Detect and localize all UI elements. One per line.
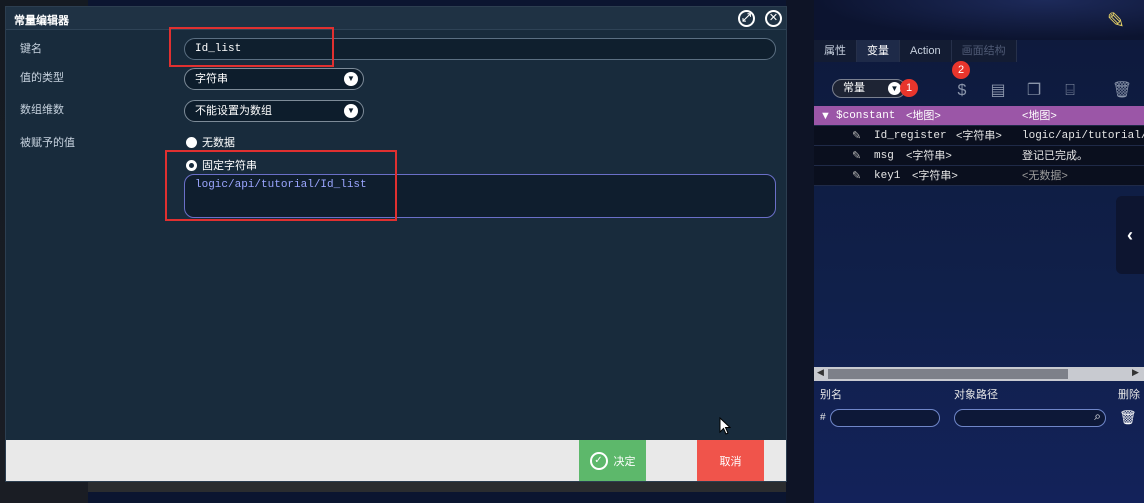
close-icon[interactable]: ✕	[765, 10, 782, 27]
ok-button[interactable]: ✓ 决定	[579, 440, 646, 481]
json-icon[interactable]: ⌸	[1058, 80, 1082, 102]
alias-input[interactable]	[830, 409, 940, 427]
radio-button[interactable]	[186, 136, 197, 148]
category-select[interactable]: 常量 ▼	[832, 79, 906, 98]
search-icon[interactable]: ⌕	[1094, 409, 1101, 424]
variable-value: 登记已完成。	[1022, 150, 1088, 162]
fixed-string-textarea[interactable]: logic/api/tutorial/Id_list	[184, 174, 776, 218]
table-row[interactable]: ✎ key1 <字符串> <无数据>	[814, 166, 1144, 186]
pencil-icon[interactable]: ✎	[852, 166, 861, 186]
chevron-left-icon[interactable]: ‹	[1116, 196, 1144, 274]
tab-properties[interactable]: 属性	[814, 40, 857, 62]
hash-label: #	[820, 412, 826, 423]
right-panel: 属性 变量 Action 画面结构 常量 ▼ 1 2 $ ▤ ❐ ⌸ 🗑 ▼ $…	[814, 40, 1144, 503]
table-row[interactable]: ✎ msg <字符串> 登记已完成。	[814, 146, 1144, 166]
variable-value: <无数据>	[1022, 170, 1068, 182]
scroll-left-icon[interactable]: ◀	[817, 367, 824, 378]
variable-value: logic/api/tutorial/1	[1022, 130, 1144, 142]
mouse-cursor-icon	[719, 417, 731, 435]
tab-action[interactable]: Action	[900, 40, 952, 62]
resize-icon[interactable]: ⤢	[738, 10, 755, 27]
annotation-badge-1: 1	[900, 79, 918, 97]
add-variable-icon[interactable]: $	[950, 80, 974, 102]
dialog-title: 常量编辑器	[14, 15, 69, 27]
variable-value: <地图>	[1022, 110, 1057, 122]
radio-fixed-string[interactable]: 固定字符串	[186, 157, 257, 173]
trash-icon[interactable]: 🗑	[1119, 409, 1137, 426]
check-icon: ✓	[589, 451, 608, 470]
object-path-input[interactable]: ⌕	[954, 409, 1106, 427]
background-strip	[786, 0, 814, 503]
trash-icon[interactable]: 🗑	[1110, 80, 1134, 102]
dialog-footer: ✓ 决定 取消	[6, 440, 786, 481]
dialog-titlebar[interactable]: 常量编辑器 ⤢ ✕	[6, 7, 786, 30]
pencil-icon[interactable]: ✎	[852, 146, 861, 166]
radio-no-data[interactable]: 无数据	[186, 134, 235, 150]
category-selected: 常量	[843, 82, 865, 94]
scroll-right-icon[interactable]: ▶	[1132, 367, 1139, 378]
radio-no-data-label: 无数据	[202, 137, 235, 149]
constant-editor-dialog: 常量编辑器 ⤢ ✕ 键名 Id_list 值的类型 字符串 ▼ 数组维数 不能设…	[5, 6, 787, 482]
add-database-icon[interactable]: ▤	[986, 80, 1010, 102]
table-row[interactable]: ✎ Id_register <字符串> logic/api/tutorial/1	[814, 126, 1144, 146]
key-name-label: 键名	[20, 43, 42, 55]
variable-name: Id_register	[874, 130, 947, 142]
cancel-button[interactable]: 取消	[697, 440, 764, 481]
radio-button-checked[interactable]	[186, 159, 197, 171]
variable-name: msg	[874, 150, 894, 162]
panel-tabbar: 属性 变量 Action 画面结构	[814, 40, 1144, 62]
alias-column-label: 别名	[820, 389, 842, 401]
scrollbar-thumb[interactable]	[828, 369, 1068, 379]
variable-type: <地图>	[906, 110, 941, 122]
variable-name: key1	[874, 170, 901, 182]
right-header-area	[814, 0, 1144, 40]
array-dims-selected: 不能设置为数组	[195, 105, 272, 117]
value-type-selected: 字符串	[195, 73, 228, 85]
edit-pen-icon[interactable]: ✎	[1102, 8, 1130, 34]
alias-header: 别名 对象路径 删除	[814, 386, 1144, 404]
key-name-input[interactable]: Id_list	[184, 38, 776, 60]
chevron-down-icon: ▼	[344, 72, 358, 86]
object-path-column-label: 对象路径	[954, 389, 998, 401]
cancel-label: 取消	[719, 455, 742, 468]
ok-label: 决定	[613, 455, 636, 468]
table-scrollbar[interactable]: ◀ ▶	[814, 367, 1144, 381]
variable-name: $constant	[836, 110, 896, 122]
pencil-icon[interactable]: ✎	[852, 126, 861, 146]
variable-type: <字符串>	[906, 150, 952, 162]
annotation-badge-2: 2	[952, 61, 970, 79]
variable-type: <字符串>	[956, 130, 1002, 142]
expand-triangle-icon[interactable]: ▼	[820, 106, 831, 126]
array-dims-select[interactable]: 不能设置为数组 ▼	[184, 100, 364, 122]
table-row-root[interactable]: ▼ $constant <地图> <地图>	[814, 106, 1144, 126]
variable-type: <字符串>	[912, 170, 958, 182]
value-type-label: 值的类型	[20, 72, 64, 84]
copy-variable-icon[interactable]: ❐	[1022, 80, 1046, 102]
chevron-down-icon: ▼	[344, 104, 358, 118]
tab-variables[interactable]: 变量	[857, 40, 900, 62]
tab-screen-structure[interactable]: 画面结构	[951, 40, 1017, 62]
radio-fixed-string-label: 固定字符串	[202, 160, 257, 172]
value-type-select[interactable]: 字符串 ▼	[184, 68, 364, 90]
array-dims-label: 数组维数	[20, 104, 64, 116]
delete-column-label: 删除	[1118, 389, 1140, 401]
variable-table: ▼ $constant <地图> <地图> ✎ Id_register <字符串…	[814, 106, 1144, 186]
assigned-value-label: 被赋予的值	[20, 137, 75, 149]
